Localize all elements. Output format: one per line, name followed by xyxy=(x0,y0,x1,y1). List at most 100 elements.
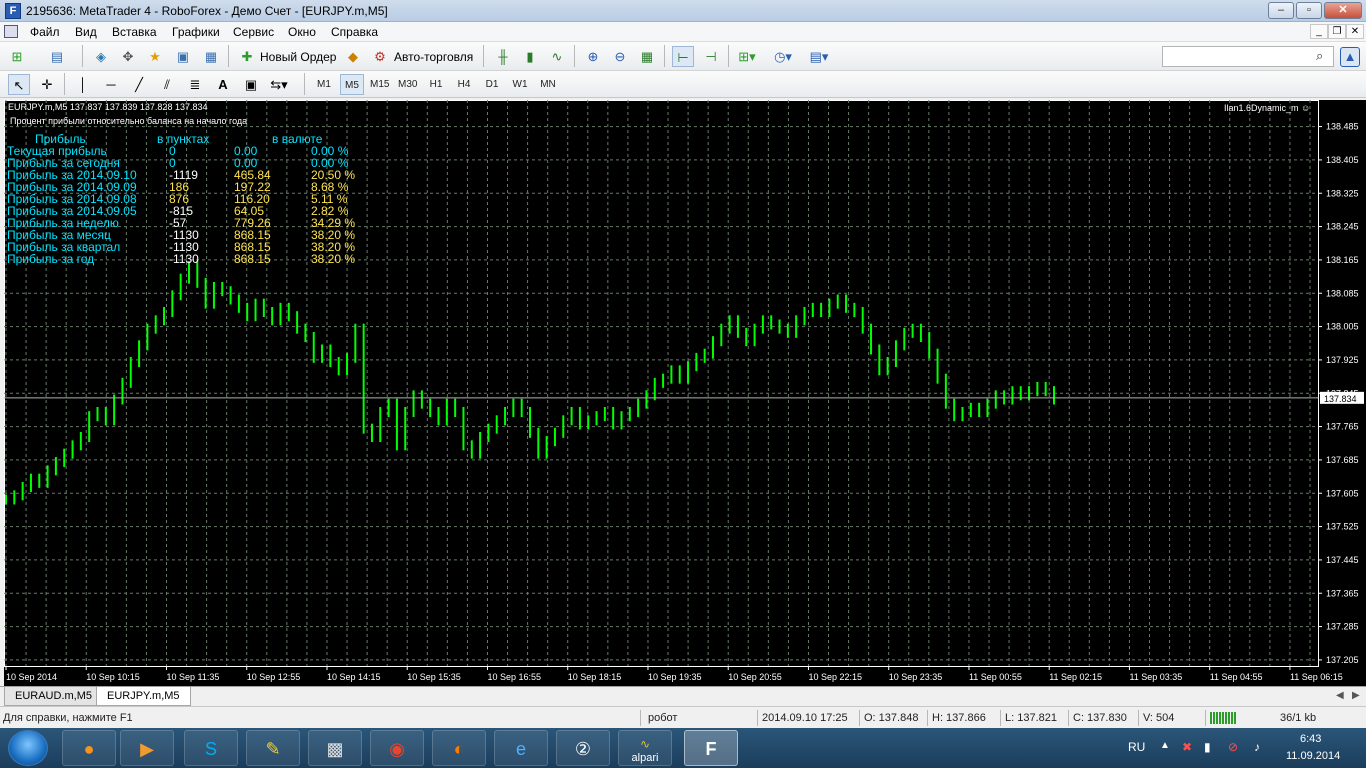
zoom-out-icon[interactable]: ⊖ xyxy=(609,46,631,67)
timeframe-m30[interactable]: M30 xyxy=(394,74,421,95)
bar-high: H: 137.866 xyxy=(932,712,986,724)
timeframe-d1[interactable]: D1 xyxy=(480,74,504,95)
new-order-button[interactable]: Новый Ордер xyxy=(260,50,336,64)
indicators-icon[interactable]: ⊞▾ xyxy=(736,46,758,67)
timeframe-m1[interactable]: M1 xyxy=(312,74,336,95)
menu-charts[interactable]: Графики xyxy=(172,25,220,39)
metaeditor-icon[interactable]: ◆ xyxy=(342,46,364,67)
equidistant-channel-icon[interactable]: ⫽ xyxy=(156,74,178,95)
toolbar-separator xyxy=(304,73,305,95)
menu-file[interactable]: Файл xyxy=(30,25,60,39)
navigator-icon[interactable]: ★ xyxy=(144,46,166,67)
close-button[interactable]: ✕ xyxy=(1324,2,1362,19)
trendline-icon[interactable]: ╱ xyxy=(128,74,150,95)
tab-scroll-left-icon[interactable]: ◀ xyxy=(1336,690,1344,701)
start-button[interactable] xyxy=(8,730,48,766)
smiley-icon: ☺ xyxy=(1301,103,1311,113)
mdi-minimize-icon[interactable]: _ xyxy=(1310,24,1328,39)
alpari-app[interactable]: ∿ alpari xyxy=(618,730,672,766)
text-icon[interactable]: A xyxy=(212,74,234,95)
connection-status-icon[interactable] xyxy=(1210,712,1236,724)
bar-chart-icon[interactable]: ╫ xyxy=(492,46,514,67)
badge-app-icon[interactable]: ② xyxy=(556,730,610,766)
bar-volume: V: 504 xyxy=(1143,712,1175,724)
menu-tools[interactable]: Сервис xyxy=(233,25,274,39)
menu-window[interactable]: Окно xyxy=(288,25,316,39)
movie-maker-icon[interactable]: ▩ xyxy=(308,730,362,766)
profiles-icon[interactable]: ▤ xyxy=(46,46,68,67)
media-player-icon[interactable]: ▶ xyxy=(120,730,174,766)
expert-advisor-name: Ilan1.6Dynamic_m ☺ xyxy=(1224,103,1311,113)
maximize-button[interactable]: ▫ xyxy=(1296,2,1322,19)
chart-shift-icon[interactable]: ⊣ xyxy=(700,46,722,67)
auto-scroll-icon[interactable]: ⊢ xyxy=(672,46,694,67)
tab-eurjpy[interactable]: EURJPY.m,M5 xyxy=(96,687,191,706)
mdi-close-icon[interactable]: ✕ xyxy=(1346,24,1364,39)
tab-scroll-right-icon[interactable]: ▶ xyxy=(1352,690,1360,701)
signal-icon[interactable]: ▮ xyxy=(1204,740,1211,754)
minimize-button[interactable]: – xyxy=(1268,2,1294,19)
zoom-in-icon[interactable]: ⊕ xyxy=(582,46,604,67)
clock-date[interactable]: 11.09.2014 xyxy=(1286,750,1340,762)
menu-view[interactable]: Вид xyxy=(75,25,97,39)
drawing-toolbar: ↖ ✛ │ ─ ╱ ⫽ ≣ A ▣ ⇆▾ M1 M5 M15 M30 H1 H4… xyxy=(0,71,1366,98)
time-tick-label: 11 Sep 00:55 xyxy=(969,672,1022,682)
internet-explorer-icon[interactable]: e xyxy=(494,730,548,766)
horizontal-line-icon[interactable]: ─ xyxy=(100,74,122,95)
vertical-line-icon[interactable]: │ xyxy=(72,74,94,95)
strategy-tester-icon[interactable]: ▦ xyxy=(200,46,222,67)
timeframe-h1[interactable]: H1 xyxy=(424,74,448,95)
odnoklassniki-icon[interactable]: ● xyxy=(62,730,116,766)
power-icon[interactable]: ⊘ xyxy=(1228,740,1238,754)
status-separator xyxy=(1000,710,1001,726)
search-icon[interactable]: ⌕ xyxy=(1316,48,1323,64)
timeframe-m5[interactable]: M5 xyxy=(340,74,364,95)
community-icon[interactable]: ▲ xyxy=(1340,47,1360,67)
volume-icon[interactable]: ♪ xyxy=(1254,740,1260,754)
candlestick-chart-icon[interactable]: ▮ xyxy=(519,46,541,67)
timeframe-m15[interactable]: M15 xyxy=(366,74,393,95)
price-tick-label: 138.325 xyxy=(1326,188,1359,198)
market-watch-icon[interactable]: ◈ xyxy=(90,46,112,67)
pen-editor-icon[interactable]: ✎ xyxy=(246,730,300,766)
line-chart-icon[interactable]: ∿ xyxy=(546,46,568,67)
chart-tabs: EURAUD.m,M5 EURJPY.m,M5 ◀ ▶ xyxy=(0,686,1366,706)
new-order-icon[interactable]: ✚ xyxy=(236,46,258,67)
document-icon[interactable] xyxy=(4,25,18,38)
firefox-icon[interactable]: ◐ xyxy=(432,730,486,766)
language-indicator[interactable]: RU xyxy=(1128,740,1145,754)
text-label-icon[interactable]: ▣ xyxy=(240,74,262,95)
templates-icon[interactable]: ▤▾ xyxy=(808,46,830,67)
auto-trading-icon[interactable]: ⚙ xyxy=(369,46,391,67)
auto-trading-button[interactable]: Авто-торговля xyxy=(394,50,473,64)
mdi-restore-icon[interactable]: ❐ xyxy=(1328,24,1346,39)
network-error-icon[interactable]: ✖ xyxy=(1182,740,1192,754)
metatrader-taskbar-icon[interactable]: F xyxy=(684,730,738,766)
arrows-icon[interactable]: ⇆▾ xyxy=(268,74,290,95)
tile-windows-icon[interactable]: ▦ xyxy=(636,46,658,67)
timeframe-w1[interactable]: W1 xyxy=(508,74,532,95)
chrome-icon[interactable]: ◉ xyxy=(370,730,424,766)
cursor-icon[interactable]: ↖ xyxy=(8,74,30,95)
time-tick-label: 10 Sep 11:35 xyxy=(166,672,219,682)
menu-insert[interactable]: Вставка xyxy=(112,25,157,39)
price-chart[interactable]: 138.485 138.405 138.325 138.245 138.165 138.0… xyxy=(4,100,1366,686)
timeframe-mn[interactable]: MN xyxy=(536,74,560,95)
tray-arrow-icon[interactable]: ▲ xyxy=(1160,740,1170,751)
periods-icon[interactable]: ◷▾ xyxy=(772,46,794,67)
time-tick-label: 10 Sep 22:15 xyxy=(808,672,862,682)
chart-canvas[interactable]: 138.485 138.405 138.325 138.245 138.165 138.0… xyxy=(4,100,1366,686)
price-tick-label: 137.365 xyxy=(1326,588,1359,598)
data-window-icon[interactable]: ✥ xyxy=(117,46,139,67)
crosshair-icon[interactable]: ✛ xyxy=(36,74,58,95)
search-input[interactable] xyxy=(1162,46,1334,67)
tab-euraud[interactable]: EURAUD.m,M5 xyxy=(4,687,104,706)
fibonacci-icon[interactable]: ≣ xyxy=(184,74,206,95)
timeframe-h4[interactable]: H4 xyxy=(452,74,476,95)
terminal-icon[interactable]: ▣ xyxy=(172,46,194,67)
new-chart-icon[interactable]: ⊞ xyxy=(6,46,28,67)
menu-help[interactable]: Справка xyxy=(331,25,378,39)
clock-time[interactable]: 6:43 xyxy=(1300,733,1321,745)
price-tick-label: 138.005 xyxy=(1326,322,1359,332)
skype-icon[interactable]: S xyxy=(184,730,238,766)
